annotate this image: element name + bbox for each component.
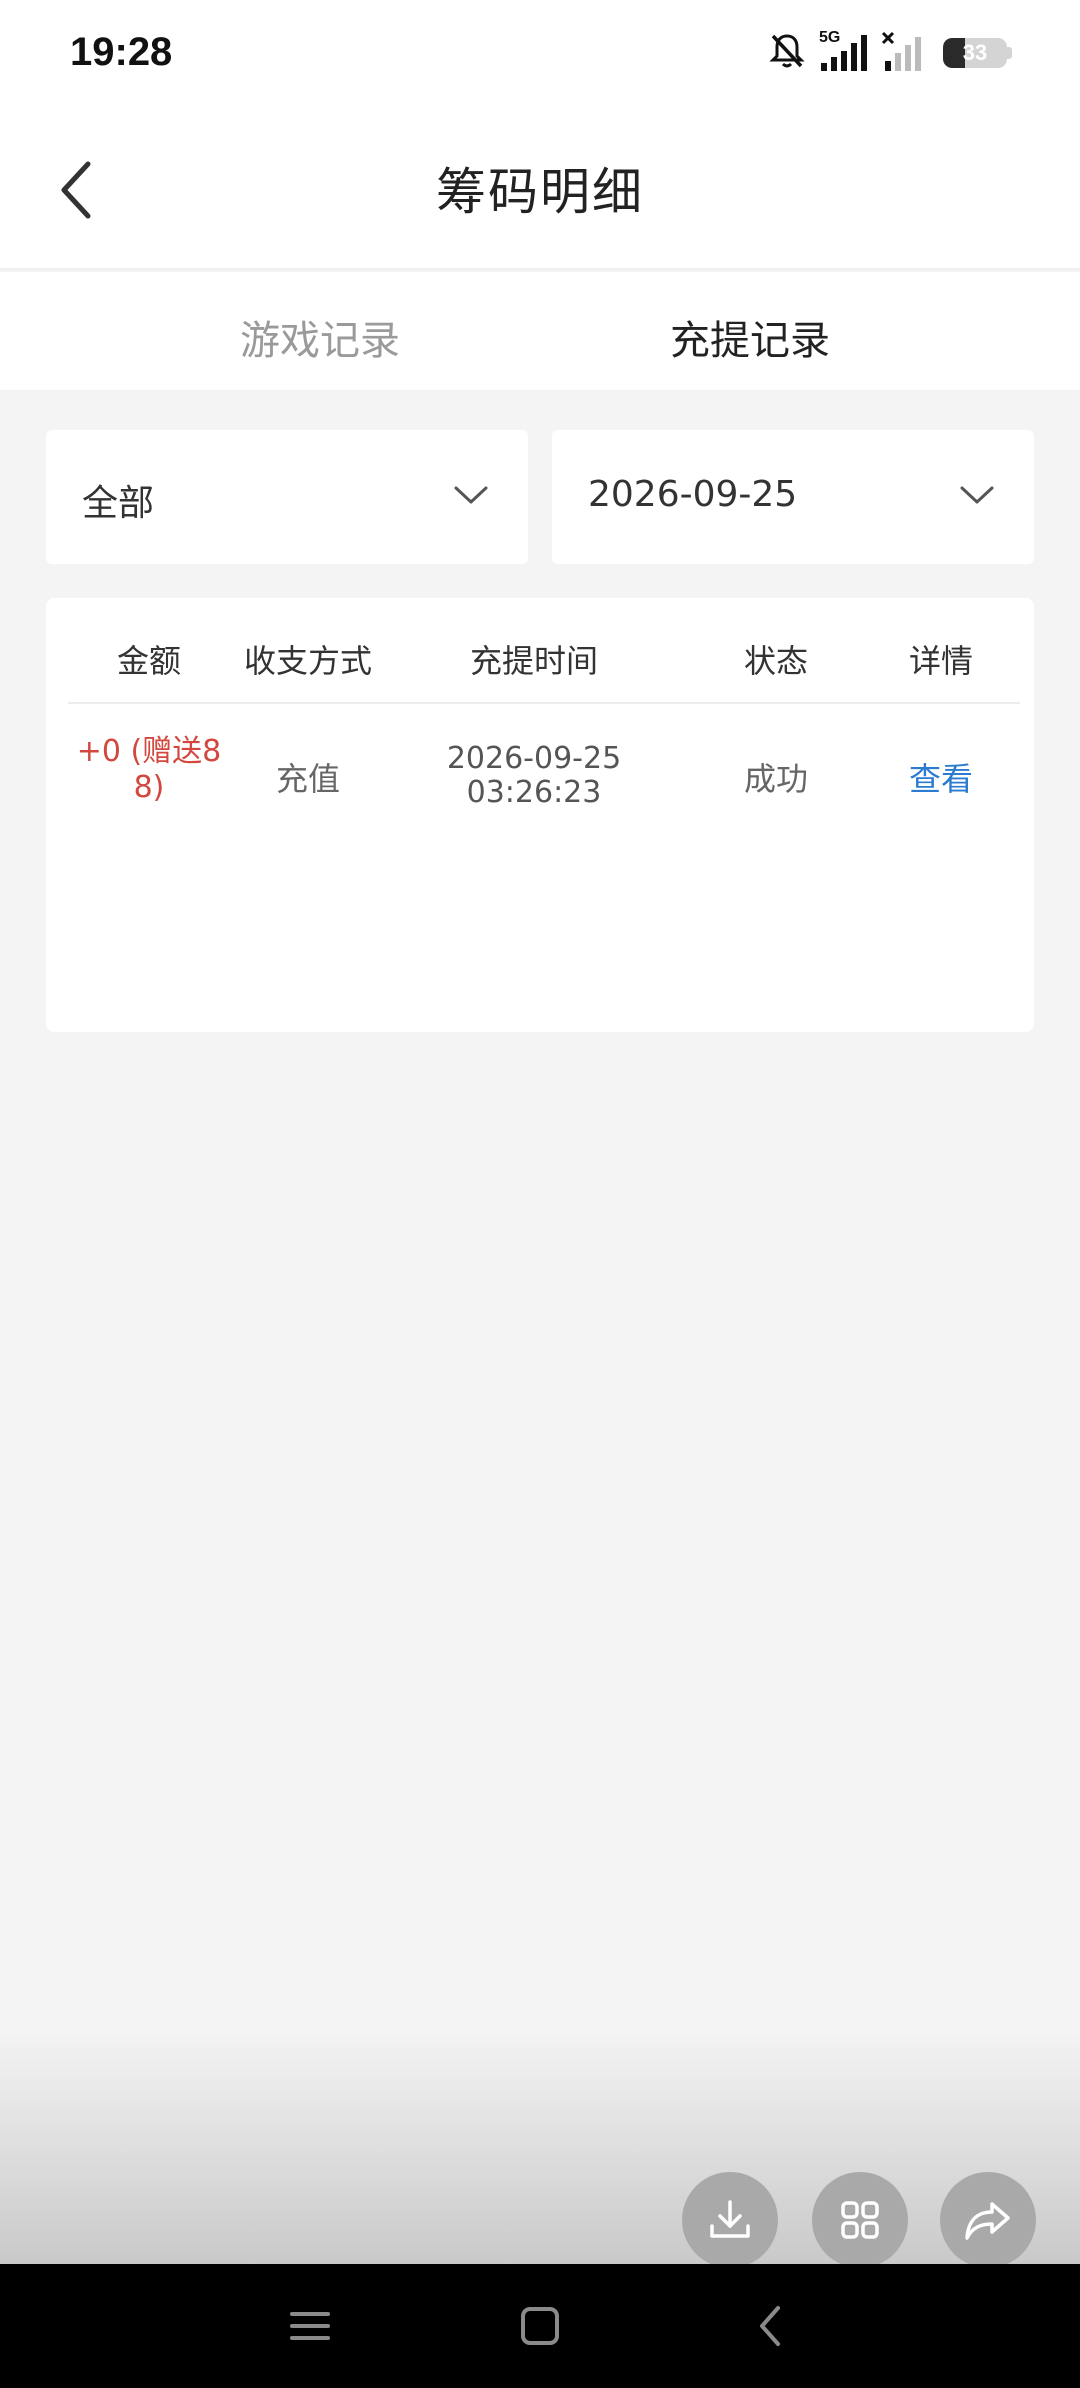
battery-icon: 33 [935, 38, 1012, 68]
back-icon [760, 2306, 780, 2346]
column-header-amount: 金额 [116, 642, 182, 680]
chevron-down-icon [454, 486, 488, 504]
records-table: 金额 收支方式 充提时间 状态 详情 +0 (赠送8 8) 充值 2026-09… [46, 598, 1034, 1032]
chevron-down-icon [960, 486, 994, 504]
signal-5g-icon: 5G [817, 29, 871, 75]
bottom-overlay [0, 2030, 1080, 2264]
tab-deposit-withdraw-records[interactable]: 充提记录 [670, 308, 830, 366]
row-amount: +0 (赠送8 8) [77, 734, 222, 806]
row-view-link[interactable]: 查看 [909, 754, 973, 800]
status-icons: 5G 33 [767, 29, 1012, 76]
row-status: 成功 [743, 760, 809, 798]
row-method: 充值 [275, 760, 341, 798]
app-header: 筹码明细 [0, 110, 1080, 270]
status-bar: 19:28 5G 33 [0, 0, 1080, 110]
column-header-status: 状态 [743, 642, 809, 680]
screen: 19:28 5G 33 筹码明细 游戏记录 充提记录 全部 2026-09-25… [0, 0, 1080, 2388]
bell-muted-icon [767, 31, 807, 75]
system-navigation-bar [0, 2264, 1080, 2388]
status-time: 19:28 [70, 30, 173, 74]
row-amount-line2: 8) [133, 770, 165, 805]
share-button[interactable] [940, 2172, 1036, 2268]
record-tabs: 游戏记录 充提记录 [0, 272, 1080, 390]
battery-level: 33 [962, 40, 988, 65]
row-time-date: 2026-09-25 [446, 741, 622, 776]
share-icon [965, 2202, 1010, 2240]
category-select[interactable]: 全部 [46, 430, 528, 564]
signal-no-service-icon [881, 31, 925, 75]
nav-back-button[interactable] [740, 2296, 800, 2356]
download-button[interactable] [682, 2172, 778, 2268]
column-header-time: 充提时间 [469, 642, 599, 680]
apps-grid-icon [841, 2201, 879, 2239]
column-header-detail: 详情 [908, 642, 974, 680]
row-time-clock: 03:26:23 [466, 775, 602, 810]
date-select[interactable]: 2026-09-25 [552, 430, 1034, 564]
row-amount-line1: +0 (赠送8 [76, 734, 222, 769]
nav-menu-button[interactable] [280, 2296, 340, 2356]
download-icon [710, 2200, 750, 2238]
tab-game-records[interactable]: 游戏记录 [240, 308, 400, 366]
nav-home-button[interactable] [510, 2296, 570, 2356]
row-time: 2026-09-25 03:26:23 [447, 742, 621, 810]
category-select-value: 全部 [82, 483, 155, 524]
apps-button[interactable] [812, 2172, 908, 2268]
home-icon [521, 2307, 559, 2345]
page-title: 筹码明细 [436, 163, 644, 221]
header-divider [68, 702, 1020, 704]
column-header-method: 收支方式 [243, 642, 373, 680]
menu-icon [290, 2312, 330, 2340]
date-select-value: 2026-09-25 [588, 474, 798, 515]
